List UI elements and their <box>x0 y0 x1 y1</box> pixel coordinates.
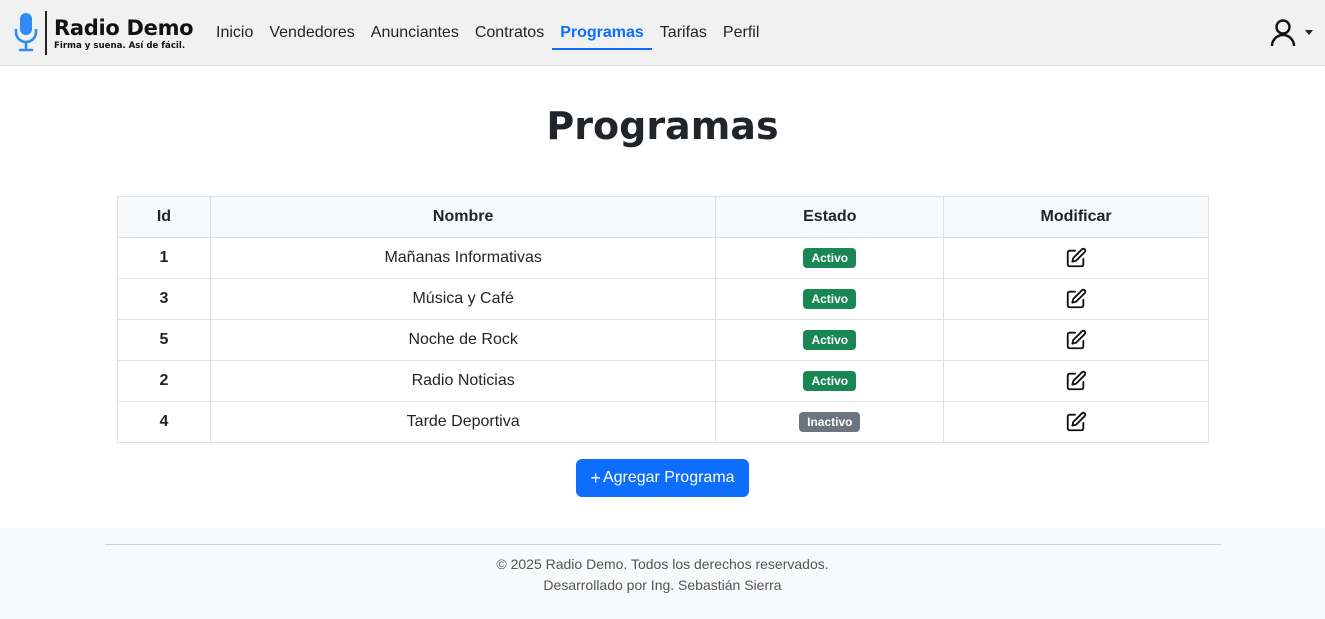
table-header-row: Id Nombre Estado Modificar <box>117 196 1209 238</box>
nav-item-tarifas[interactable]: Tarifas <box>652 18 715 48</box>
edit-icon[interactable] <box>1065 288 1087 310</box>
footer: © 2025 Radio Demo. Todos los derechos re… <box>0 528 1325 619</box>
nav-item-inicio[interactable]: Inicio <box>208 18 261 48</box>
row-id: 5 <box>117 319 211 361</box>
row-state-cell: Activo <box>715 319 945 361</box>
logo-divider <box>45 11 47 55</box>
column-header-modificar: Modificar <box>943 196 1209 238</box>
row-name: Mañanas Informativas <box>209 237 717 279</box>
row-name: Noche de Rock <box>209 319 717 361</box>
row-state-cell: Activo <box>715 237 945 279</box>
table-row: 5 Noche de Rock Activo <box>117 319 1209 361</box>
row-id: 3 <box>117 278 211 320</box>
user-menu-toggle[interactable] <box>1270 19 1313 52</box>
row-modify-cell <box>943 360 1209 402</box>
edit-icon[interactable] <box>1065 370 1087 392</box>
status-badge: Activo <box>803 371 857 391</box>
status-badge: Activo <box>803 289 857 309</box>
row-modify-cell <box>943 237 1209 279</box>
table-row: 2 Radio Noticias Activo <box>117 360 1209 402</box>
row-name: Tarde Deportiva <box>209 401 717 443</box>
edit-icon[interactable] <box>1065 411 1087 433</box>
status-badge: Activo <box>803 330 857 350</box>
status-badge: Activo <box>803 248 857 268</box>
navbar: Radio Demo Firma y suena. Así de fácil. … <box>0 0 1325 66</box>
page-title: Programas <box>546 104 779 148</box>
row-name: Radio Noticias <box>209 360 717 402</box>
edit-icon[interactable] <box>1065 329 1087 351</box>
brand-title: Radio Demo <box>54 15 194 40</box>
microphone-icon <box>12 11 40 55</box>
column-header-estado: Estado <box>715 196 945 238</box>
main-nav: Inicio Vendedores Anunciantes Contratos … <box>208 0 767 66</box>
chevron-down-icon <box>1305 30 1313 35</box>
row-modify-cell <box>943 401 1209 443</box>
edit-icon[interactable] <box>1065 247 1087 269</box>
nav-item-programas[interactable]: Programas <box>552 18 652 50</box>
nav-item-anunciantes[interactable]: Anunciantes <box>363 18 467 48</box>
row-id: 2 <box>117 360 211 402</box>
nav-item-vendedores[interactable]: Vendedores <box>261 18 362 48</box>
row-state-cell: Activo <box>715 360 945 402</box>
row-id: 4 <box>117 401 211 443</box>
column-header-nombre: Nombre <box>209 196 717 238</box>
row-modify-cell <box>943 319 1209 361</box>
table-row: 1 Mañanas Informativas Activo <box>117 237 1209 279</box>
row-state-cell: Activo <box>715 278 945 320</box>
footer-divider <box>105 544 1221 545</box>
plus-icon: + <box>590 468 601 488</box>
row-modify-cell <box>943 278 1209 320</box>
table-row: 4 Tarde Deportiva Inactivo <box>117 401 1209 443</box>
programs-table: Id Nombre Estado Modificar 1 Mañanas Inf… <box>117 196 1209 443</box>
add-program-button[interactable]: + Agregar Programa <box>576 459 749 497</box>
brand-logo[interactable]: Radio Demo Firma y suena. Así de fácil. <box>12 10 194 56</box>
nav-item-perfil[interactable]: Perfil <box>715 18 767 48</box>
table-row: 3 Música y Café Activo <box>117 278 1209 320</box>
brand-tagline: Firma y suena. Así de fácil. <box>54 40 186 51</box>
add-program-label: Agregar Programa <box>602 469 735 486</box>
nav-item-contratos[interactable]: Contratos <box>467 18 552 48</box>
status-badge: Inactivo <box>799 412 861 432</box>
row-name: Música y Café <box>209 278 717 320</box>
user-icon <box>1270 19 1296 52</box>
footer-copyright: © 2025 Radio Demo. Todos los derechos re… <box>496 556 829 572</box>
row-state-cell: Inactivo <box>715 401 945 443</box>
brand-text: Radio Demo Firma y suena. Así de fácil. <box>54 15 194 51</box>
row-id: 1 <box>117 237 211 279</box>
footer-credits: Desarrollado por Ing. Sebastián Sierra <box>543 577 782 593</box>
column-header-id: Id <box>117 196 211 238</box>
